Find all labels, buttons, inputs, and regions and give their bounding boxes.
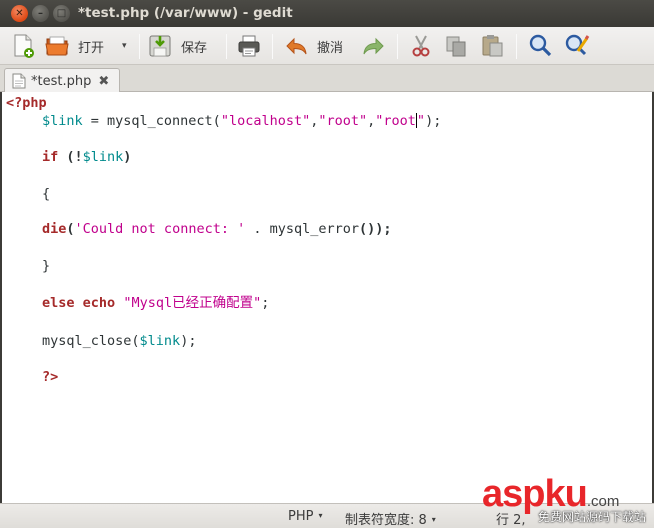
new-document-button[interactable] [12,33,36,59]
document-icon [12,73,26,89]
toolbar-separator [226,34,227,59]
toolbar-separator [272,34,273,59]
keyword-token: if [42,149,59,165]
minimize-icon: – [38,7,43,19]
watermark-asp: asp [482,473,545,515]
close-window-button[interactable]: ✕ [11,5,28,22]
open-label: 打开 [78,40,105,56]
code-line-2: $link = mysql_connect("localhost","root"… [42,112,441,130]
maximize-icon: □ [56,7,67,19]
string-token: 'Could not connect: ' [74,221,246,237]
code-line-9: ?> [42,368,58,386]
find-replace-icon [565,34,590,56]
new-document-icon [14,34,34,58]
php-open-tag: <?php [6,95,47,111]
toolbar: 打开 ▾ 保存 撤消 [0,27,654,65]
code-line-4: { [42,185,50,203]
open-folder-icon [45,36,69,56]
find-button[interactable] [528,33,554,59]
find-icon [529,34,552,57]
tab-width-label: 制表符宽度: 8 [345,513,427,528]
window-title: *test.php (/var/www) - gedit [78,5,293,21]
paste-icon [482,35,503,57]
php-close-tag: ?> [42,369,59,385]
code-token: ; [261,295,270,311]
redo-icon [363,37,384,55]
find-replace-button[interactable] [564,33,590,59]
redo-button[interactable] [360,33,386,59]
code-token: ); [180,333,197,349]
print-icon [238,35,260,57]
undo-icon [286,37,307,55]
code-token: (! [58,149,83,165]
close-icon: ✕ [15,7,24,19]
save-icon [149,35,171,57]
code-token: mysql_close( [42,333,140,349]
code-line-3: if (!$link) [42,148,131,166]
code-token: ()); [359,221,392,237]
code-token: ( [66,221,75,237]
tab-width-selector[interactable]: 制表符宽度: 8 ▾ [345,509,436,528]
string-token: "Mysql已经正确配置" [123,295,262,311]
title-bar: ✕ – □ *test.php (/var/www) - gedit [0,0,654,27]
string-token: "root" [318,113,368,129]
code-token: . mysql_error [245,221,360,237]
toolbar-separator [139,34,140,59]
watermark: aspku.com 免费网站源码下载站 [482,472,654,528]
code-editor[interactable]: <?php $link = mysql_connect("localhost",… [2,92,652,503]
toolbar-separator [516,34,517,59]
string-token: "root [375,113,416,129]
code-line-5: die('Could not connect: ' . mysql_error(… [42,220,392,238]
code-line-6: } [42,257,50,275]
chevron-down-icon: ▾ [318,511,323,520]
code-line-7: else echo "Mysql已经正确配置"; [42,294,269,312]
code-token: { [42,186,51,202]
chevron-down-icon: ▾ [431,515,436,524]
maximize-window-button[interactable]: □ [53,5,70,22]
undo-button[interactable]: 撤消 [284,33,343,59]
print-button[interactable] [236,33,262,59]
undo-label: 撤消 [317,40,344,56]
cut-icon [412,35,430,57]
tab-test-php[interactable]: *test.php ✖ [4,68,120,93]
language-label: PHP [288,509,314,524]
variable-token: $link [82,149,124,165]
keyword-token: else [42,295,75,311]
code-token: ); [425,113,442,129]
copy-button[interactable] [444,33,470,59]
tab-bar: *test.php ✖ [0,65,654,93]
string-token: " [416,113,426,129]
variable-token: $link [42,113,83,129]
open-recent-dropdown[interactable]: ▾ [122,33,127,59]
paste-button[interactable] [480,33,506,59]
close-tab-icon[interactable]: ✖ [98,74,109,89]
keyword-token: die [42,221,67,237]
open-button[interactable]: 打开 [45,33,104,59]
variable-token: $link [139,333,181,349]
tab-label: *test.php [31,73,92,89]
chevron-down-icon: ▾ [122,41,127,51]
code-line-1: <?php [6,94,47,112]
code-token: } [42,258,51,274]
watermark-subtitle: 免费网站源码下载站 [538,510,647,524]
code-line-8: mysql_close($link); [42,332,196,350]
keyword-token: echo [82,295,116,311]
string-token: "localhost" [220,113,311,129]
code-token: ) [123,149,132,165]
toolbar-separator [397,34,398,59]
copy-icon [446,36,466,57]
code-token: = mysql_connect( [82,113,221,129]
language-selector[interactable]: PHP ▾ [288,509,322,524]
save-button[interactable]: 保存 [148,33,207,59]
cut-button[interactable] [408,33,434,59]
save-label: 保存 [181,40,208,56]
minimize-window-button[interactable]: – [32,5,49,22]
